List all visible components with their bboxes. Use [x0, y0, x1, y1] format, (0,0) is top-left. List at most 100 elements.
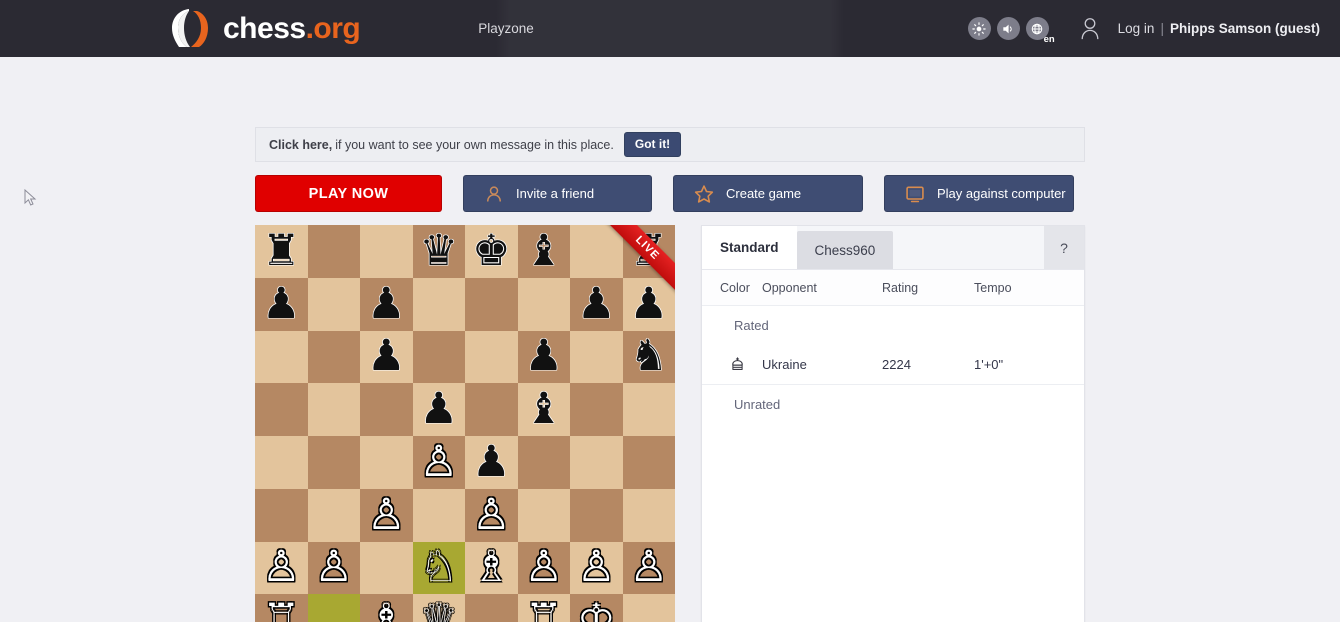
board-square-c4[interactable] — [360, 436, 413, 489]
board-square-a8[interactable]: ♜ — [255, 225, 308, 278]
piece-white-knight[interactable]: ♘ — [413, 542, 466, 595]
piece-white-pawn[interactable]: ♙ — [518, 542, 571, 595]
board-square-e3[interactable]: ♙ — [465, 488, 518, 542]
piece-white-pawn[interactable]: ♙ — [308, 542, 361, 595]
board-square-h1[interactable] — [622, 594, 675, 622]
piece-white-king[interactable]: ♔ — [570, 594, 623, 622]
piece-white-pawn[interactable]: ♙ — [623, 542, 676, 595]
chess-board[interactable]: ♜♛♚♝♜♟♟♟♟♟♟♞♟♝♙♟♙♙♙♙♘♗♙♙♙♖♗♕♖♔ LIVE — [255, 225, 675, 622]
board-square-b3[interactable] — [307, 488, 360, 542]
piece-white-pawn[interactable]: ♙ — [255, 542, 308, 595]
board-square-e4[interactable]: ♟ — [465, 436, 518, 489]
user-avatar-icon[interactable] — [1079, 16, 1101, 42]
board-square-d5[interactable]: ♟ — [412, 383, 466, 436]
board-square-a1[interactable]: ♖ — [255, 594, 308, 622]
board-square-c7[interactable]: ♟ — [360, 277, 413, 331]
piece-white-rook[interactable]: ♖ — [255, 594, 308, 622]
board-square-c2[interactable] — [360, 541, 413, 595]
board-square-a5[interactable] — [255, 383, 308, 436]
board-square-d6[interactable] — [412, 330, 465, 384]
board-square-b5[interactable] — [307, 383, 360, 436]
piece-black-bishop[interactable]: ♝ — [518, 225, 571, 278]
board-square-g4[interactable] — [570, 436, 623, 489]
invite-friend-button[interactable]: Invite a friend — [463, 175, 652, 212]
board-square-h4[interactable] — [622, 436, 675, 489]
board-square-f7[interactable] — [517, 277, 570, 331]
board-square-b7[interactable] — [307, 277, 360, 331]
piece-white-pawn[interactable]: ♙ — [413, 436, 466, 489]
board-square-e7[interactable] — [465, 277, 518, 331]
board-square-a4[interactable] — [255, 436, 308, 489]
board-square-b4[interactable] — [307, 436, 360, 489]
board-square-f1[interactable]: ♖ — [517, 594, 571, 622]
board-square-h5[interactable] — [622, 383, 675, 436]
board-square-d8[interactable]: ♛ — [412, 225, 466, 278]
board-square-e2[interactable]: ♗ — [465, 541, 518, 595]
piece-black-pawn[interactable]: ♟ — [623, 278, 676, 331]
sound-icon[interactable] — [996, 17, 1020, 40]
board-square-h6[interactable]: ♞ — [622, 330, 676, 384]
board-square-b6[interactable] — [307, 330, 360, 384]
help-button[interactable]: ? — [1044, 226, 1084, 269]
brightness-icon[interactable] — [967, 17, 991, 40]
board-square-g2[interactable]: ♙ — [570, 541, 623, 595]
piece-white-rook[interactable]: ♖ — [518, 594, 571, 622]
board-square-g6[interactable] — [570, 330, 623, 384]
play-against-computer-button[interactable]: Play against computer — [884, 175, 1074, 212]
piece-black-rook[interactable]: ♜ — [255, 225, 308, 278]
login-link[interactable]: Log in — [1118, 21, 1155, 36]
board-square-f4[interactable] — [517, 436, 570, 489]
piece-black-bishop[interactable]: ♝ — [518, 383, 571, 436]
board-square-d7[interactable] — [412, 277, 465, 331]
board-square-g3[interactable] — [570, 488, 623, 542]
board-square-a7[interactable]: ♟ — [255, 277, 308, 331]
piece-white-pawn[interactable]: ♙ — [570, 542, 623, 595]
piece-white-pawn[interactable]: ♙ — [465, 489, 518, 542]
board-square-e6[interactable] — [465, 330, 518, 384]
board-square-d4[interactable]: ♙ — [412, 436, 466, 489]
table-row[interactable]: Ukraine 2224 1'+0" — [702, 344, 1084, 384]
board-square-f2[interactable]: ♙ — [517, 541, 571, 595]
piece-black-queen[interactable]: ♛ — [413, 225, 466, 278]
board-square-a6[interactable] — [255, 330, 308, 384]
create-game-button[interactable]: Create game — [673, 175, 863, 212]
piece-black-pawn[interactable]: ♟ — [570, 278, 623, 331]
tab-chess960[interactable]: Chess960 — [796, 231, 894, 269]
current-user-label[interactable]: Phipps Samson (guest) — [1170, 21, 1320, 36]
board-square-c8[interactable] — [360, 225, 413, 278]
board-square-f3[interactable] — [517, 488, 570, 542]
notice-link[interactable]: Click here, — [269, 138, 332, 152]
board-square-a2[interactable]: ♙ — [255, 541, 308, 595]
board-square-c6[interactable]: ♟ — [360, 330, 413, 384]
piece-black-pawn[interactable]: ♟ — [255, 278, 308, 331]
piece-black-pawn[interactable]: ♟ — [465, 436, 518, 489]
piece-black-knight[interactable]: ♞ — [623, 331, 676, 384]
board-square-c1[interactable]: ♗ — [360, 594, 413, 622]
board-square-g7[interactable]: ♟ — [570, 277, 623, 331]
got-it-button[interactable]: Got it! — [623, 132, 682, 157]
board-square-c5[interactable] — [360, 383, 413, 436]
piece-black-pawn[interactable]: ♟ — [518, 331, 571, 384]
piece-white-pawn[interactable]: ♙ — [360, 489, 413, 542]
piece-black-pawn[interactable]: ♟ — [413, 383, 466, 436]
tab-standard[interactable]: Standard — [702, 226, 797, 269]
board-square-g8[interactable] — [570, 225, 623, 278]
board-square-a3[interactable] — [255, 488, 308, 542]
piece-black-pawn[interactable]: ♟ — [360, 278, 413, 331]
board-square-h3[interactable] — [622, 488, 675, 542]
site-logo[interactable]: chess.org — [163, 0, 361, 57]
board-square-g1[interactable]: ♔ — [570, 594, 623, 622]
board-square-b1[interactable] — [307, 594, 360, 622]
board-square-e1[interactable] — [465, 594, 518, 622]
board-square-f5[interactable]: ♝ — [517, 383, 571, 436]
piece-black-king[interactable]: ♚ — [465, 225, 518, 278]
board-square-d3[interactable] — [412, 488, 465, 542]
board-square-e8[interactable]: ♚ — [465, 225, 518, 278]
board-square-b2[interactable]: ♙ — [307, 541, 361, 595]
chess-board-grid[interactable]: ♜♛♚♝♜♟♟♟♟♟♟♞♟♝♙♟♙♙♙♙♘♗♙♙♙♖♗♕♖♔ — [255, 225, 675, 622]
board-square-g5[interactable] — [570, 383, 623, 436]
board-square-e5[interactable] — [465, 383, 518, 436]
piece-white-queen[interactable]: ♕ — [413, 594, 466, 622]
board-square-d1[interactable]: ♕ — [412, 594, 466, 622]
board-square-f6[interactable]: ♟ — [517, 330, 571, 384]
